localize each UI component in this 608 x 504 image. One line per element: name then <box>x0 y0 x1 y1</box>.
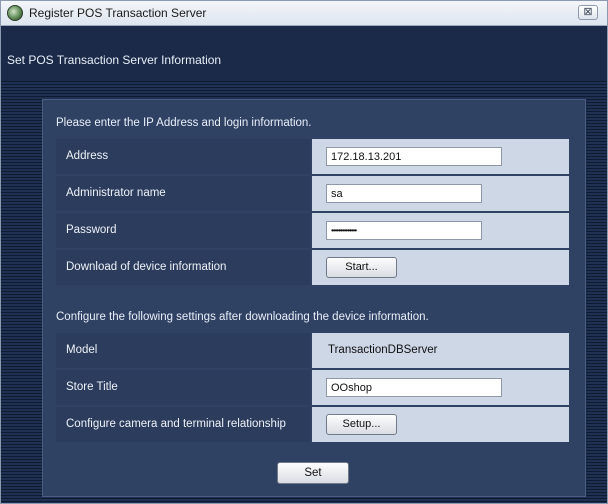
title-bar[interactable]: Register POS Transaction Server ⊠ <box>1 1 607 26</box>
camera-icon <box>7 5 23 21</box>
model-cell: TransactionDBServer <box>312 333 569 368</box>
set-button[interactable]: Set <box>277 462 349 484</box>
address-input[interactable] <box>326 147 502 166</box>
address-cell <box>312 139 569 174</box>
setup-button[interactable]: Setup... <box>326 414 397 435</box>
start-button[interactable]: Start... <box>326 257 397 278</box>
section-ip-login-label: Please enter the IP Address and login in… <box>56 117 312 129</box>
close-button[interactable]: ⊠ <box>578 5 598 20</box>
store-title-label: Store Title <box>56 370 310 405</box>
admin-name-cell <box>312 176 569 211</box>
model-value: TransactionDBServer <box>328 344 438 356</box>
window-title: Register POS Transaction Server <box>29 6 207 20</box>
download-label: Download of device information <box>56 250 310 285</box>
header-title: Set POS Transaction Server Information <box>7 53 222 67</box>
password-cell <box>312 213 569 248</box>
address-label: Address <box>56 139 310 174</box>
admin-name-label: Administrator name <box>56 176 310 211</box>
store-title-cell <box>312 370 569 405</box>
camera-terminal-label: Configure camera and terminal relationsh… <box>56 407 310 442</box>
camera-terminal-cell: Setup... <box>312 407 569 442</box>
download-cell: Start... <box>312 250 569 285</box>
model-label: Model <box>56 333 310 368</box>
section-device-settings-label: Configure the following settings after d… <box>56 311 429 323</box>
password-label: Password <box>56 213 310 248</box>
store-title-input[interactable] <box>326 378 502 397</box>
password-input[interactable] <box>326 221 482 240</box>
close-icon: ⊠ <box>583 6 593 18</box>
dialog-window: Register POS Transaction Server ⊠ Set PO… <box>0 0 608 504</box>
admin-name-input[interactable] <box>326 184 482 203</box>
